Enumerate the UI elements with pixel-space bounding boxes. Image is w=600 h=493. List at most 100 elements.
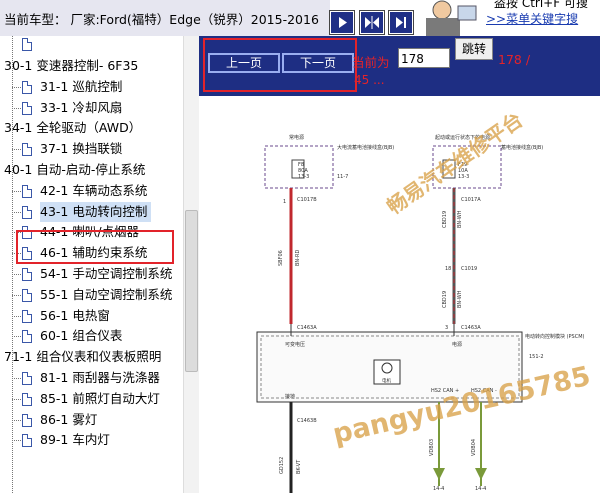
menu-search-link[interactable]: >>菜单关键字搜 [486, 10, 578, 27]
pin-1-left: 1 [283, 199, 286, 205]
mascot-icon [420, 0, 478, 36]
document-icon [22, 101, 32, 115]
page-total-text: 178 / [498, 52, 531, 67]
conn-left: C1017B [297, 197, 317, 203]
wire-left-id: SBF06 [278, 250, 284, 266]
wire-bot-mid-id: VDB03 [429, 439, 435, 456]
tree-connector [12, 315, 21, 317]
wire-bot-left-color: BK-VT [296, 459, 302, 474]
page-total-suffix: 45 ... [354, 73, 385, 87]
tree-guide-line [12, 36, 13, 493]
tree-item[interactable]: 86-1 雾灯 [40, 410, 97, 430]
document-icon [22, 309, 32, 323]
document-icon [22, 413, 32, 427]
wire-right-id: CBD19 [442, 211, 448, 228]
pin-3: 3 [445, 325, 448, 331]
play-arrow-icon [339, 17, 347, 28]
tree-category[interactable]: 71-1 组合仪表和仪表板照明 [4, 347, 161, 367]
help-hint-area: 盗按 Ctrl+F 可搜 >>菜单关键字搜 [420, 0, 600, 36]
tree-connector [12, 440, 21, 442]
document-icon [22, 205, 32, 219]
battery-label: 可变电压 [285, 341, 305, 348]
module-ref: 151-2 [529, 354, 544, 360]
next-arrow-icon [396, 17, 406, 28]
page-button-highlight-box [203, 38, 357, 92]
tree-connector [12, 398, 21, 400]
tree-item[interactable]: 42-1 车辆动态系统 [40, 181, 147, 201]
wire-bot-right-id: VDB04 [471, 439, 477, 456]
splice-right [475, 468, 487, 480]
expand-arrows-icon [365, 16, 379, 29]
document-icon [22, 80, 32, 94]
tree-item[interactable]: 60-1 组合仪表 [40, 326, 122, 346]
conn-mid: C1019 [461, 266, 477, 272]
pin-18: 18 [445, 266, 451, 272]
conn-pscm-right: C1463A [461, 325, 481, 331]
scrollbar-thumb[interactable] [185, 210, 198, 372]
fuse-box-left-label: 大电流蓄电池接线盒(BJB) [337, 144, 394, 151]
selected-item-highlight-box [16, 230, 174, 264]
tree-item[interactable]: 55-1 自动空调控制系统 [40, 285, 172, 305]
wire-right-color: BN-WH [457, 210, 463, 228]
wire-left-color: BN-RD [295, 250, 301, 266]
car-model-title: 当前车型： 厂家:Ford(福特）Edge（锐界）2015-2016 [4, 12, 319, 27]
tree-connector [12, 274, 21, 275]
document-icon [22, 372, 32, 385]
page-number-input[interactable]: 178 [398, 48, 450, 68]
ref-bottom-left: 14-4 [433, 486, 444, 492]
power-label: 电源 [452, 341, 462, 348]
nav-single-arrow-button[interactable] [330, 11, 354, 34]
document-icon [22, 330, 32, 344]
tree-item[interactable]: 56-1 电热窗 [40, 306, 110, 326]
document-icon [22, 392, 32, 406]
ref-left: 11-7 [337, 174, 348, 180]
document-icon [22, 268, 32, 281]
tree-connector [12, 86, 21, 88]
document-icon [22, 38, 32, 51]
nav-next-arrow-button[interactable] [389, 11, 413, 34]
jump-button[interactable]: 跳转 [455, 38, 493, 60]
tree-item[interactable]: 81-1 雨刮器与洗涤器 [40, 368, 160, 388]
tree-connector [12, 378, 21, 379]
tree-connector [12, 190, 21, 192]
document-icon [22, 143, 32, 157]
current-page-label: 当前为 [352, 55, 390, 70]
tree-category[interactable]: 30-1 变速器控制- 6F35 [4, 56, 138, 76]
tree-connector [12, 149, 21, 151]
document-icon [22, 434, 32, 448]
conn-pscm-left: C1463A [297, 325, 317, 331]
document-icon [22, 288, 32, 302]
document-icon [22, 184, 32, 198]
wire-right-id2: CBD19 [442, 291, 448, 308]
motor-label: 电机 [382, 377, 391, 384]
tree-connector [12, 336, 21, 338]
tree-item[interactable]: 43-1 电动转向控制 [40, 201, 152, 222]
wire-right-color2: BN-WH [457, 290, 463, 308]
tree-item[interactable]: 33-1 冷却风扇 [40, 98, 122, 118]
splice-left [433, 468, 445, 480]
title-bar: 当前车型： 厂家:Ford(福特）Edge（锐界）2015-2016 [0, 0, 330, 36]
wire-bot-left-id: GD152 [279, 457, 285, 474]
tree-category[interactable]: 34-1 全轮驱动（AWD） [4, 118, 141, 138]
tree-connector [12, 294, 21, 296]
tree-connector [12, 211, 21, 213]
mascot-avatar [420, 0, 478, 36]
hot-label-left: 常电源 [289, 134, 304, 141]
tree-item[interactable]: 54-1 手动空调控制系统 [40, 264, 172, 284]
tree-connector [12, 107, 21, 109]
module-label: 电动转向控制模块 (PSCM) [525, 333, 585, 340]
conn-right-top: C1017A [461, 197, 481, 203]
tree-connector [12, 419, 21, 421]
fuse-left-ref: 13-3 [298, 174, 309, 180]
ground-label: 接地 [285, 393, 295, 400]
conn-bottom: C1463B [297, 418, 317, 424]
tree-item[interactable]: 37-1 换挡联锁 [40, 139, 122, 159]
chapter-tree: 30-1 变速器控制- 6F35 31-1 巡航控制 33-1 冷却风扇 34-1 全… [0, 36, 199, 493]
ref-bottom-right: 14-4 [475, 486, 486, 492]
tree-item[interactable]: 85-1 前照灯自动大灯 [40, 389, 160, 409]
tree-category[interactable]: 40-1 自动-启动-停止系统 [4, 160, 145, 180]
tree-item[interactable]: 31-1 巡航控制 [40, 77, 122, 97]
fuse-box-right-label: 蓄电池接线盒(BJB) [501, 144, 543, 151]
nav-double-arrow-button[interactable] [360, 11, 384, 34]
tree-item[interactable]: 89-1 车内灯 [40, 430, 110, 450]
